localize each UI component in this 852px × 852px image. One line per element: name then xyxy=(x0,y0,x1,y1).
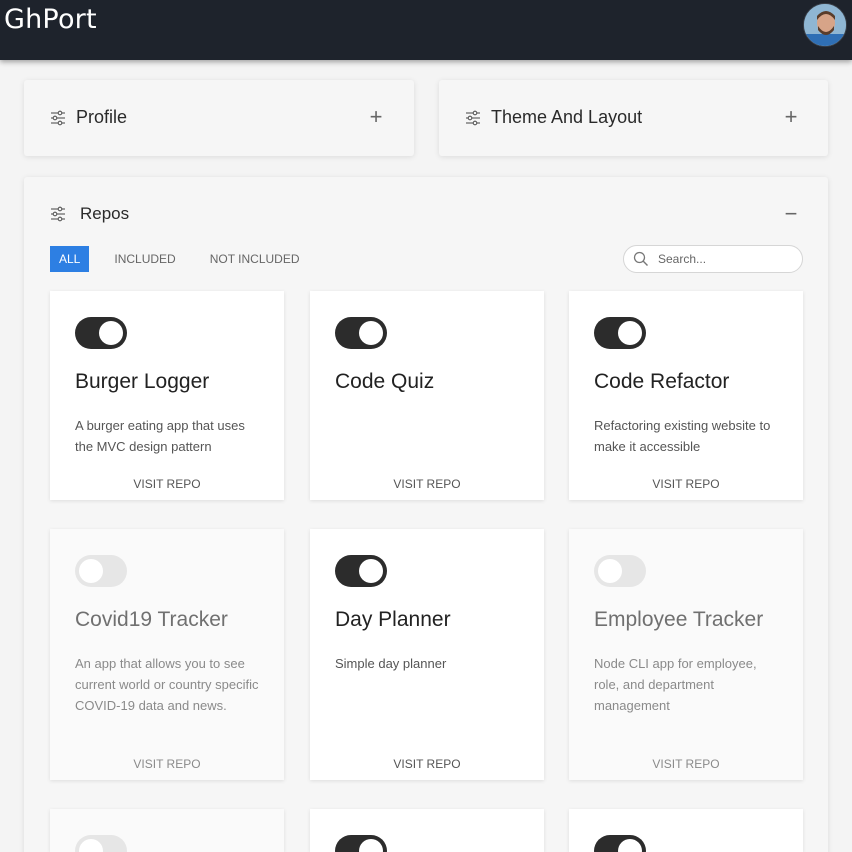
repo-card xyxy=(569,809,803,852)
visit-repo-link[interactable]: VISIT REPO xyxy=(50,757,284,771)
repo-title: Burger Logger xyxy=(75,370,210,393)
search-input[interactable] xyxy=(658,252,788,266)
repo-title: Covid19 Tracker xyxy=(75,608,228,631)
visit-repo-link[interactable]: VISIT REPO xyxy=(569,757,803,771)
include-toggle[interactable] xyxy=(594,835,646,852)
user-avatar[interactable] xyxy=(803,3,847,47)
top-bar: GhPort xyxy=(0,0,852,60)
repo-title: Day Planner xyxy=(335,608,451,631)
app-title[interactable]: GhPort xyxy=(4,4,97,35)
profile-panel-header[interactable]: Profile xyxy=(50,107,127,128)
repo-card: Burger Logger A burger eating app that u… xyxy=(50,291,284,500)
include-toggle[interactable] xyxy=(75,835,127,852)
repo-description: An app that allows you to see current wo… xyxy=(75,656,259,713)
repo-card: Employee Tracker Node CLI app for employ… xyxy=(569,529,803,780)
repo-description: Node CLI app for employee, role, and dep… xyxy=(594,656,757,713)
repo-title: Code Quiz xyxy=(335,370,435,393)
sliders-icon xyxy=(51,206,65,222)
tab-included[interactable]: INCLUDED xyxy=(105,246,184,272)
theme-panel: Theme And Layout + xyxy=(439,80,828,156)
include-toggle[interactable] xyxy=(594,555,646,587)
tab-all[interactable]: ALL xyxy=(50,246,90,272)
repo-title: Code Refactor xyxy=(594,370,730,393)
sliders-icon xyxy=(51,110,65,125)
collapse-repos-button[interactable]: − xyxy=(782,203,800,225)
repo-description: Refactoring existing website to make it … xyxy=(594,418,771,454)
repo-description: Simple day planner xyxy=(335,656,447,671)
repo-card: Day Planner Simple day planner VISIT REP… xyxy=(310,529,544,780)
repo-card: Code Quiz VISIT REPO xyxy=(310,291,544,500)
repo-filter-tabs: ALL INCLUDED NOT INCLUDED xyxy=(50,246,325,272)
search-icon xyxy=(633,251,648,266)
visit-repo-link[interactable]: VISIT REPO xyxy=(310,757,544,771)
repo-search xyxy=(623,245,803,273)
visit-repo-link[interactable]: VISIT REPO xyxy=(310,477,544,491)
tab-not-included[interactable]: NOT INCLUDED xyxy=(201,246,309,272)
repos-panel-title: Repos xyxy=(80,204,130,223)
include-toggle[interactable] xyxy=(335,555,387,587)
visit-repo-link[interactable]: VISIT REPO xyxy=(569,477,803,491)
repos-panel-header[interactable]: Repos xyxy=(50,204,129,224)
repo-card: Code Refactor Refactoring existing websi… xyxy=(569,291,803,500)
repo-title: Employee Tracker xyxy=(594,608,764,631)
include-toggle[interactable] xyxy=(335,835,387,852)
expand-theme-button[interactable]: + xyxy=(782,106,800,128)
include-toggle[interactable] xyxy=(75,555,127,587)
visit-repo-link[interactable]: VISIT REPO xyxy=(50,477,284,491)
expand-profile-button[interactable]: + xyxy=(367,106,385,128)
include-toggle[interactable] xyxy=(335,317,387,349)
repo-description: A burger eating app that uses the MVC de… xyxy=(75,418,245,454)
profile-panel-title: Profile xyxy=(76,107,128,127)
theme-panel-title: Theme And Layout xyxy=(491,107,643,127)
include-toggle[interactable] xyxy=(75,317,127,349)
include-toggle[interactable] xyxy=(594,317,646,349)
repo-card xyxy=(50,809,284,852)
repo-card: Covid19 Tracker An app that allows you t… xyxy=(50,529,284,780)
sliders-icon xyxy=(466,110,480,125)
profile-panel: Profile + xyxy=(24,80,414,156)
repo-card xyxy=(310,809,544,852)
theme-panel-header[interactable]: Theme And Layout xyxy=(465,107,642,128)
